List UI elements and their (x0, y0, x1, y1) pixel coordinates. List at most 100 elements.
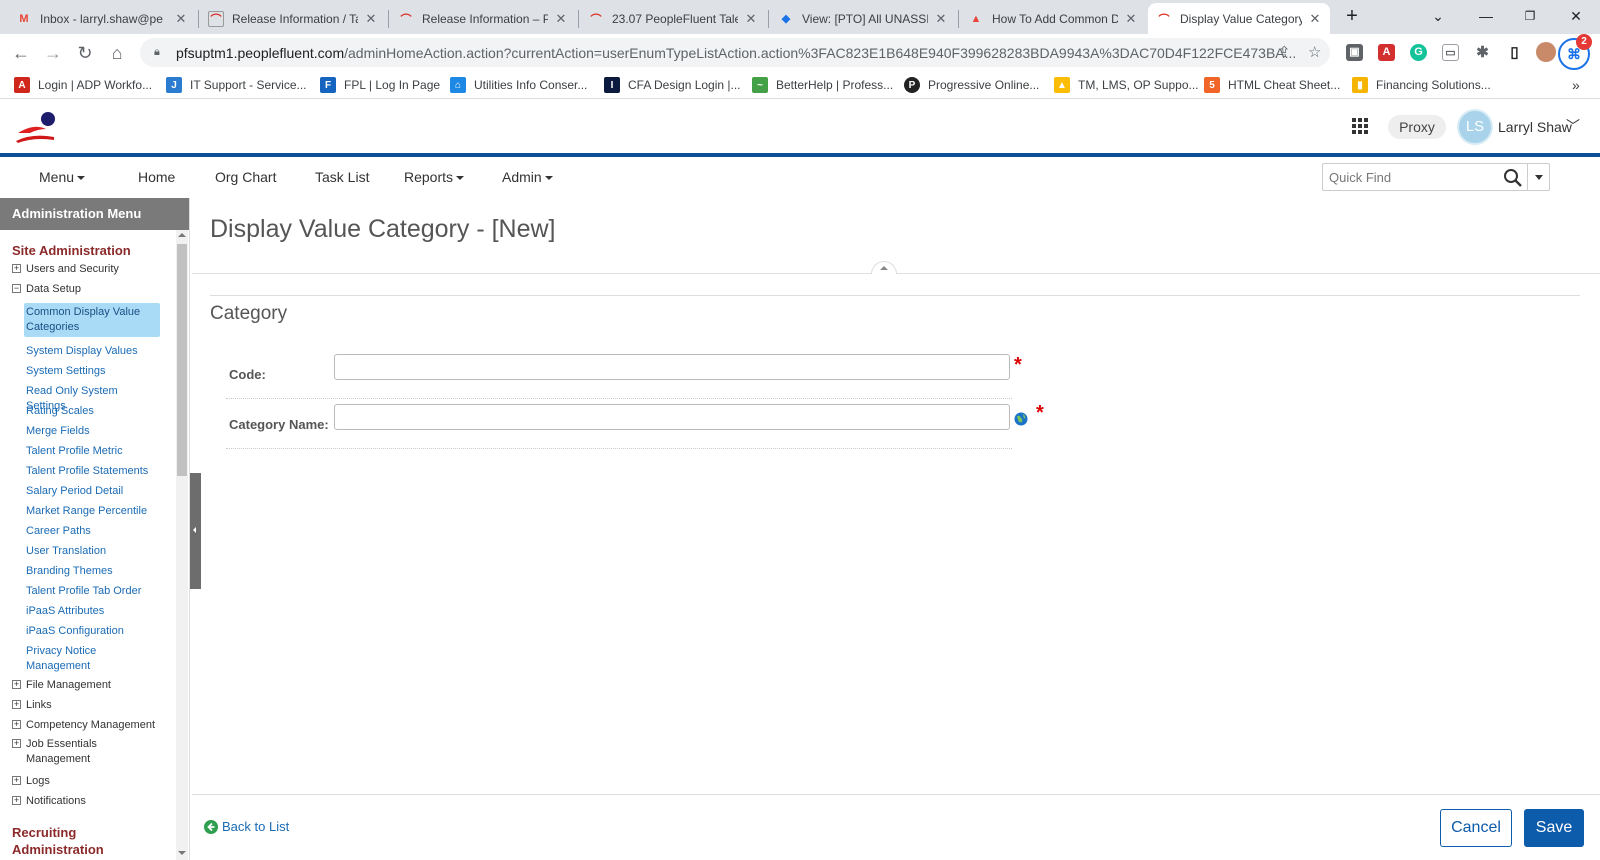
bookmark-progressive[interactable]: P Progressive Online... (904, 76, 1039, 94)
sidebar-item-branding-themes[interactable]: Branding Themes (26, 564, 160, 579)
bookmark-fpl[interactable]: F FPL | Log In Page (320, 76, 440, 94)
sidebar-scrollbar[interactable] (176, 230, 188, 860)
browser-tab-how-to[interactable]: ▲ How To Add Common D ✕ (960, 3, 1146, 34)
nav-admin[interactable]: Admin (502, 169, 553, 185)
code-input[interactable] (334, 354, 1010, 380)
close-icon[interactable]: ✕ (1308, 11, 1322, 27)
sidebar-item-privacy-notice-management[interactable]: Privacy Notice Management (26, 644, 126, 674)
sidebar-collapse-handle[interactable] (190, 473, 201, 589)
more-bookmarks-icon[interactable]: » (1572, 76, 1580, 94)
sidebar-section-site-admin[interactable]: Site Administration (12, 242, 131, 259)
sidebar-item-ipaas-configuration[interactable]: iPaaS Configuration (26, 624, 160, 639)
apps-grid-icon[interactable] (1352, 118, 1368, 134)
bookmark-html-cheat[interactable]: 5 HTML Cheat Sheet... (1204, 76, 1340, 94)
close-icon[interactable]: ✕ (364, 11, 378, 27)
expand-icon[interactable]: + (12, 700, 21, 709)
bookmark-it-support[interactable]: J IT Support - Service... (166, 76, 307, 94)
sidebar-item-salary-period-detail[interactable]: Salary Period Detail (26, 484, 160, 499)
sidebar-item-notifications[interactable]: Notifications (26, 794, 166, 809)
extensions-puzzle-icon[interactable]: ✱ (1474, 44, 1491, 61)
sidebar-item-merge-fields[interactable]: Merge Fields (26, 424, 160, 439)
sidebar-item-rating-scales[interactable]: Rating Scales (26, 404, 160, 419)
scroll-down-icon[interactable] (178, 851, 186, 855)
nav-task-list[interactable]: Task List (315, 169, 369, 185)
scrollbar-thumb[interactable] (177, 244, 187, 476)
sidebar-item-logs[interactable]: Logs (26, 774, 166, 789)
expand-icon[interactable]: + (12, 776, 21, 785)
search-icon[interactable] (1503, 168, 1523, 188)
sidebar-item-system-settings[interactable]: System Settings (26, 364, 160, 379)
save-button[interactable]: Save (1524, 809, 1584, 847)
browser-tab-pto-view[interactable]: ◆ View: [PTO] All UNASSIG ✕ (770, 3, 956, 34)
browser-tab-release-info-1[interactable]: ⌒ Release Information / Ta ✕ (200, 3, 386, 34)
quick-find-dropdown[interactable] (1527, 164, 1550, 190)
side-panel-icon[interactable]: ▯ (1506, 44, 1523, 61)
expand-icon[interactable]: + (12, 264, 21, 273)
proxy-button[interactable]: Proxy (1388, 115, 1446, 139)
peoplefluent-logo[interactable] (16, 111, 56, 143)
browser-tab-gmail[interactable]: M Inbox - larryl.shaw@pe ✕ (8, 3, 196, 34)
expand-icon[interactable]: + (12, 680, 21, 689)
bookmark-financing[interactable]: ▮ Financing Solutions... (1352, 76, 1491, 94)
bookmark-cfa[interactable]: I CFA Design Login |... (604, 76, 741, 94)
minimize-icon[interactable]: — (1474, 4, 1498, 28)
collapse-header-toggle[interactable] (871, 261, 897, 274)
category-name-input[interactable] (334, 404, 1010, 430)
nav-menu[interactable]: Menu (39, 169, 86, 185)
collapse-icon[interactable]: − (12, 284, 21, 293)
share-icon[interactable]: ⇪ (1278, 43, 1291, 61)
sidebar-item-user-translation[interactable]: User Translation (26, 544, 160, 559)
bookmark-star-icon[interactable]: ☆ (1308, 43, 1321, 61)
reload-icon[interactable]: ↻ (72, 40, 98, 66)
sidebar-item-links[interactable]: Links (26, 698, 166, 713)
close-icon[interactable]: ✕ (1124, 11, 1138, 27)
cast-icon[interactable]: ▭ (1442, 44, 1459, 61)
chevron-down-icon[interactable]: ﹀ (1566, 116, 1580, 136)
sidebar-item-career-paths[interactable]: Career Paths (26, 524, 160, 539)
restore-icon[interactable]: ❐ (1518, 4, 1542, 28)
globe-icon[interactable] (1014, 412, 1028, 426)
scroll-up-icon[interactable] (178, 233, 186, 237)
avatar[interactable]: LS (1457, 109, 1493, 145)
browser-tab-release-info-2[interactable]: ⌒ Release Information – P ✕ (390, 3, 576, 34)
user-name[interactable]: Larryl Shaw (1498, 119, 1572, 135)
nav-reports[interactable]: Reports (404, 169, 465, 185)
expand-icon[interactable]: + (12, 796, 21, 805)
sidebar-item-talent-profile-tab-order[interactable]: Talent Profile Tab Order (26, 584, 160, 599)
sidebar-item-competency-management[interactable]: Competency Management (26, 718, 166, 733)
bookmark-utilities[interactable]: ⌂ Utilities Info Conser... (450, 76, 587, 94)
home-icon[interactable]: ⌂ (104, 40, 130, 66)
sidebar-item-job-essentials-management[interactable]: Job Essentials Management (26, 737, 106, 767)
new-tab-icon[interactable]: + (1340, 4, 1364, 28)
sidebar-item-talent-profile-metric[interactable]: Talent Profile Metric (26, 444, 160, 459)
nav-org-chart[interactable]: Org Chart (215, 169, 276, 185)
window-close-icon[interactable]: ✕ (1564, 4, 1588, 28)
bookmark-betterhelp[interactable]: ~ BetterHelp | Profess... (752, 76, 893, 94)
sidebar-item-ipaas-attributes[interactable]: iPaaS Attributes (26, 604, 160, 619)
cancel-button[interactable]: Cancel (1440, 809, 1512, 847)
sidebar-item-market-range-percentile[interactable]: Market Range Percentile (26, 504, 160, 519)
extension-square-icon[interactable]: ▣ (1346, 44, 1363, 61)
sidebar-section-recruiting-admin[interactable]: Recruiting Administration (12, 824, 132, 858)
sidebar-item-common-display-value-categories[interactable]: Common Display Value Categories (24, 303, 160, 337)
sidebar-item-system-display-values[interactable]: System Display Values (26, 344, 160, 359)
sidebar-item-data-setup[interactable]: Data Setup (26, 282, 166, 297)
close-icon[interactable]: ✕ (554, 11, 568, 27)
browser-tab-display-value-category[interactable]: ⌒ Display Value Category ✕ (1148, 3, 1330, 34)
tab-search-chevron-icon[interactable]: ⌄ (1426, 4, 1450, 28)
close-icon[interactable]: ✕ (174, 11, 188, 27)
back-to-list-link[interactable]: Back to List (204, 819, 289, 834)
sidebar-item-users-security[interactable]: Users and Security (26, 262, 166, 277)
expand-icon[interactable]: + (12, 720, 21, 729)
sidebar-item-talent-profile-statements[interactable]: Talent Profile Statements (26, 464, 160, 479)
close-icon[interactable]: ✕ (934, 11, 948, 27)
nav-home[interactable]: Home (138, 169, 175, 185)
quick-find-input[interactable] (1323, 164, 1503, 190)
close-icon[interactable]: ✕ (744, 11, 758, 27)
grammarly-icon[interactable]: G (1410, 44, 1427, 61)
sidebar-item-file-management[interactable]: File Management (26, 678, 166, 693)
bookmark-adp[interactable]: A Login | ADP Workfo... (14, 76, 152, 94)
back-arrow-icon[interactable]: ← (8, 40, 34, 66)
browser-tab-peoplefluent-2307[interactable]: ⌒ 23.07 PeopleFluent Tale ✕ (580, 3, 766, 34)
pdf-extension-icon[interactable]: A (1378, 44, 1395, 61)
